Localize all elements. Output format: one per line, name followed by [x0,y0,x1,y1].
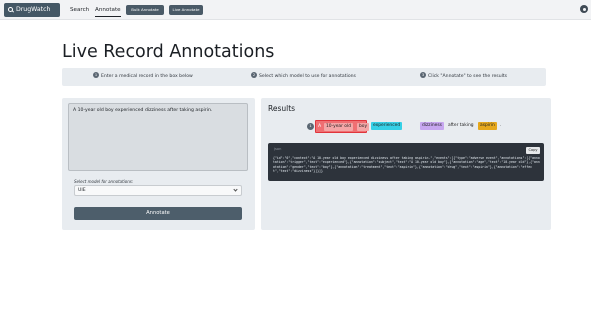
step-1: 1 Enter a medical record in the box below [93,68,193,86]
step-3-text: Click "Annotate" to see the results [428,74,508,79]
bulk-annotate-button[interactable]: Bulk Annotate [126,5,164,15]
results-title: Results [268,104,296,113]
step-3: 3 Click "Annotate" to see the results [420,68,507,86]
brand-name: DrugWatch [16,6,51,13]
copy-button[interactable]: Copy [526,147,540,154]
age-entity[interactable]: 10-year old [324,123,353,131]
input-panel: A 10-year old boy experienced dizziness … [62,98,255,230]
model-select-value: UIE [78,188,86,193]
step-2: 2 Select which model to use for annotatio… [251,68,356,86]
chevron-down-icon [233,187,238,192]
event-number-badge: 1 [307,123,314,130]
json-code-block: json Copy {"id":"0","context":"A 10-year… [268,143,544,181]
results-panel: Results 1 A 10-year old boy experienced … [261,98,551,230]
event-highlight[interactable]: A 10-year old boy [315,120,370,133]
annotate-button[interactable]: Annotate [74,207,242,220]
step-2-number: 2 [251,72,257,78]
search-icon [8,7,13,12]
top-navbar: DrugWatch Search Annotate Bulk Annotate … [0,0,591,20]
step-1-number: 1 [93,72,99,78]
steps-bar: 1 Enter a medical record in the box below… [62,68,546,86]
model-select-label: Select model for annotations: [74,179,134,184]
model-select[interactable]: UIE [74,185,242,196]
trigger-entity[interactable]: experienced [371,122,403,130]
annotation-row: 1 A 10-year old boy experienced dizzines… [307,120,547,133]
context-text: after taking [448,123,474,128]
medical-record-textarea[interactable]: A 10-year old boy experienced dizziness … [68,103,248,171]
drug-entity[interactable]: aspirin [478,122,497,130]
gender-entity[interactable]: boy [357,123,370,131]
brand-logo[interactable]: DrugWatch [4,3,60,17]
event-subject-prefix: A [318,124,322,129]
nav-annotate[interactable]: Annotate [95,3,121,17]
step-3-number: 3 [420,72,426,78]
settings-icon[interactable] [580,5,588,13]
step-2-text: Select which model to use for annotation… [259,74,356,79]
nav-search[interactable]: Search [70,3,89,17]
json-output: {"id":"0","context":"A 10-year old boy e… [273,156,540,174]
effect-entity[interactable]: dizziness [420,122,444,130]
page-title: Live Record Annotations [62,42,275,62]
live-annotate-button[interactable]: Live Annotate [169,5,203,15]
sentence-period: . [500,123,502,128]
step-1-text: Enter a medical record in the box below [101,74,193,79]
code-language-label: json [274,147,282,151]
